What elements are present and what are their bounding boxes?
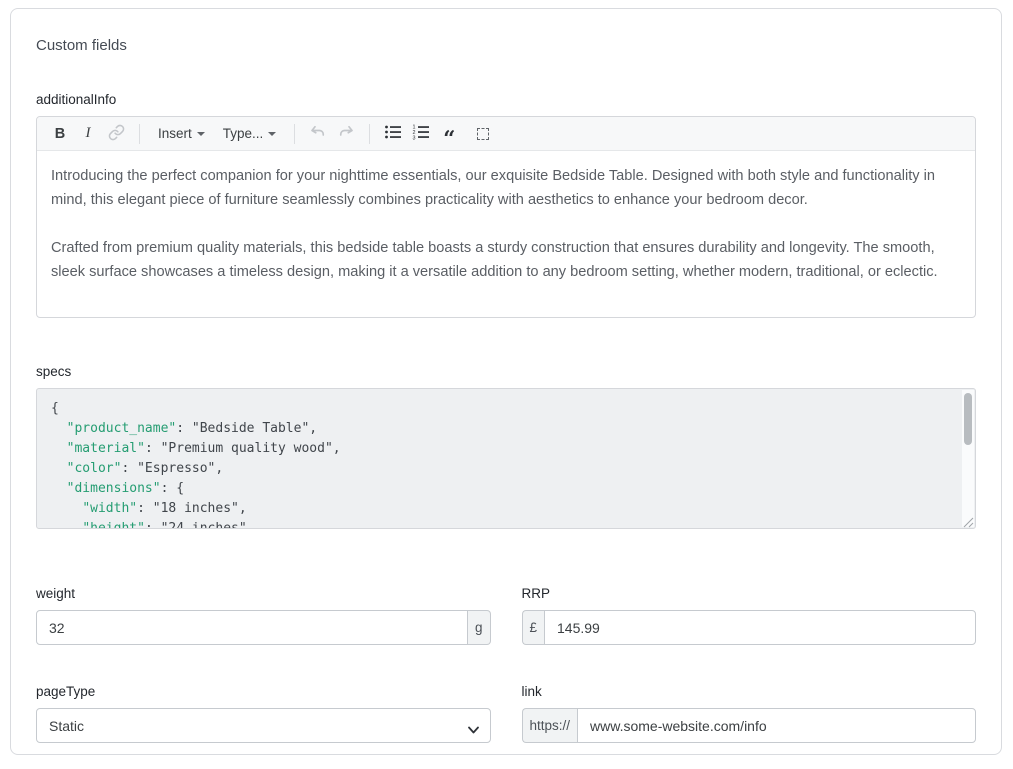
italic-button[interactable]: I xyxy=(75,121,101,147)
numbered-list-icon: 1 2 3 xyxy=(412,123,430,144)
editor-content[interactable]: Introducing the perfect companion for yo… xyxy=(37,151,975,317)
weight-field: weight g xyxy=(36,586,491,645)
undo-icon xyxy=(309,123,327,144)
redo-icon xyxy=(337,123,355,144)
bullet-list-button[interactable] xyxy=(380,121,406,147)
visual-blocks-button[interactable] xyxy=(470,121,496,147)
code-line: "width": "18 inches", xyxy=(51,499,949,519)
code-line: { xyxy=(51,399,949,419)
rrp-input[interactable] xyxy=(544,610,976,645)
bold-button[interactable]: B xyxy=(47,121,73,147)
page-type-label: pageType xyxy=(36,684,491,699)
rrp-field: RRP £ xyxy=(522,586,977,645)
redo-button[interactable] xyxy=(333,121,359,147)
additional-info-field: additionalInfo B I Insert xyxy=(36,92,976,318)
specs-field: specs { "product_name": "Bedside Table",… xyxy=(36,364,976,529)
insert-dropdown-label: Insert xyxy=(158,126,192,141)
specs-textarea[interactable]: { "product_name": "Bedside Table", "mate… xyxy=(36,388,976,529)
numbered-list-button[interactable]: 1 2 3 xyxy=(408,121,434,147)
blockquote-icon: “ xyxy=(443,124,455,144)
insert-dropdown[interactable]: Insert xyxy=(150,121,213,147)
scrollbar-thumb[interactable] xyxy=(964,393,972,445)
bullet-list-icon xyxy=(384,123,402,144)
page-type-field: pageType Static xyxy=(36,684,491,743)
custom-fields-card: Custom fields additionalInfo B I Inse xyxy=(10,8,1002,755)
blockquote-button[interactable]: “ xyxy=(436,121,462,147)
resize-grip-icon[interactable] xyxy=(962,515,974,527)
visual-blocks-icon xyxy=(477,128,489,140)
undo-button[interactable] xyxy=(305,121,331,147)
code-line: "color": "Espresso", xyxy=(51,459,949,479)
code-line: "dimensions": { xyxy=(51,479,949,499)
rich-text-editor: B I Insert Type... xyxy=(36,116,976,318)
weight-rrp-row: weight g RRP £ xyxy=(36,586,976,645)
code-line: "product_name": "Bedside Table", xyxy=(51,419,949,439)
editor-paragraph: Introducing the perfect companion for yo… xyxy=(51,164,961,212)
chevron-down-icon xyxy=(268,132,276,136)
chevron-down-icon xyxy=(197,132,205,136)
weight-input[interactable] xyxy=(36,610,468,645)
page-type-select[interactable]: Static xyxy=(36,708,491,743)
additional-info-label: additionalInfo xyxy=(36,92,976,107)
rrp-currency-addon: £ xyxy=(522,610,545,645)
specs-code: { "product_name": "Bedside Table", "mate… xyxy=(37,389,975,529)
specs-scrollbar[interactable] xyxy=(962,390,974,527)
weight-label: weight xyxy=(36,586,491,601)
link-icon xyxy=(108,124,125,144)
type-dropdown-label: Type... xyxy=(223,126,264,141)
code-line: "height": "24 inches", xyxy=(51,519,949,529)
type-dropdown[interactable]: Type... xyxy=(215,121,285,147)
toolbar-separator xyxy=(369,124,370,144)
link-button[interactable] xyxy=(103,121,129,147)
toolbar-separator xyxy=(139,124,140,144)
link-label: link xyxy=(522,684,977,699)
editor-paragraph: Crafted from premium quality materials, … xyxy=(51,236,961,284)
pagetype-link-row: pageType Static link https:// xyxy=(36,684,976,743)
link-protocol-addon: https:// xyxy=(522,708,578,743)
link-field: link https:// xyxy=(522,684,977,743)
editor-toolbar: B I Insert Type... xyxy=(37,117,975,151)
weight-unit-addon: g xyxy=(468,610,491,645)
toolbar-separator xyxy=(294,124,295,144)
rrp-label: RRP xyxy=(522,586,977,601)
code-line: "material": "Premium quality wood", xyxy=(51,439,949,459)
link-input[interactable] xyxy=(577,708,976,743)
specs-label: specs xyxy=(36,364,976,379)
card-title: Custom fields xyxy=(36,37,976,54)
svg-text:3: 3 xyxy=(413,135,416,141)
